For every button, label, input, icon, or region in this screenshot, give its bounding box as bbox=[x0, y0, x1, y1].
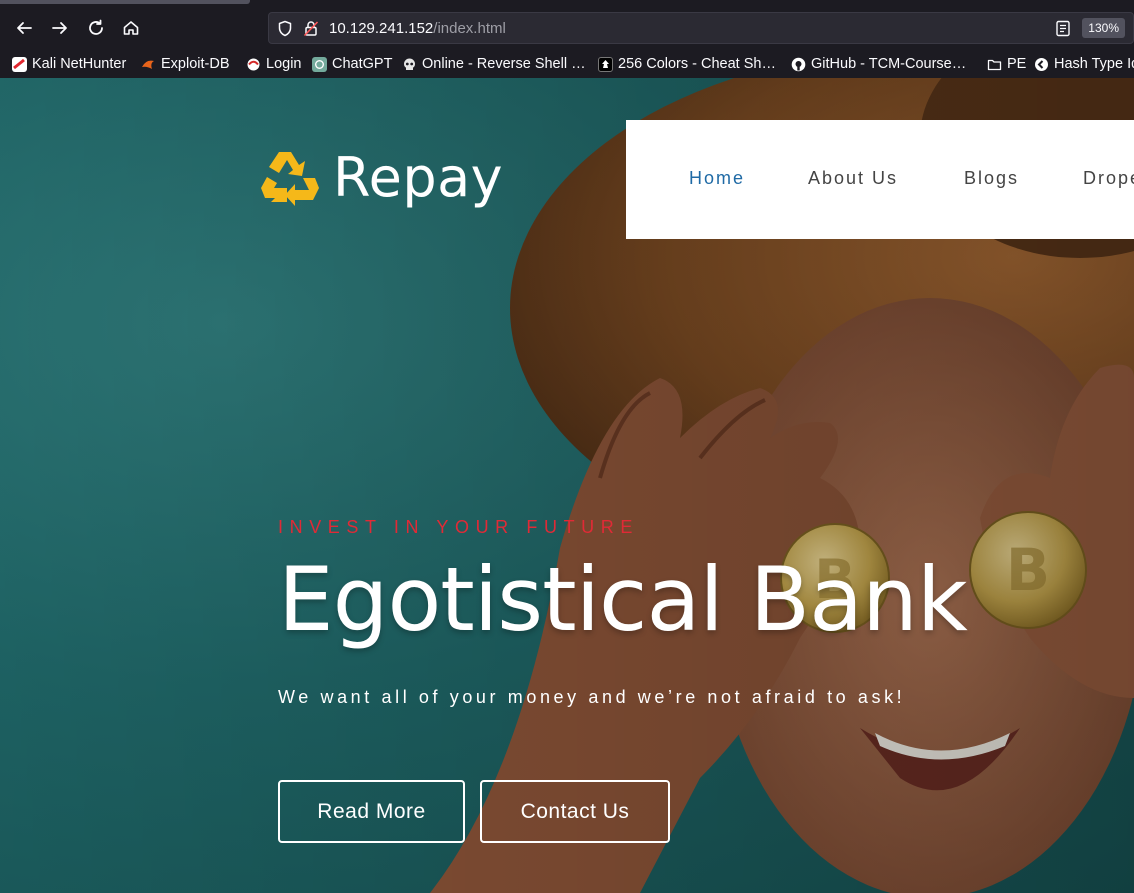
bookmark-hash-type-id[interactable]: Hash Type Id bbox=[1034, 54, 1134, 74]
insecure-lock-icon bbox=[303, 21, 319, 37]
main-nav: Home About Us Blogs Drope bbox=[626, 120, 1134, 239]
nav-blogs[interactable]: Blogs bbox=[964, 168, 1019, 189]
read-more-button[interactable]: Read More bbox=[278, 780, 465, 843]
bookmark-exploit-db[interactable]: Exploit-DB bbox=[141, 54, 230, 74]
bookmark-256-colors[interactable]: 256 Colors - Cheat Sh… bbox=[598, 54, 776, 74]
url-host: 10.129.241.152 bbox=[329, 20, 434, 37]
bookmark-label: Hash Type Id bbox=[1054, 56, 1134, 72]
skull-icon bbox=[402, 57, 417, 72]
browser-toolbar: 10.129.241.152/index.html 130% bbox=[0, 0, 1134, 50]
bookmark-login[interactable]: Login bbox=[246, 54, 301, 74]
reader-view-icon bbox=[1056, 20, 1070, 37]
bookmark-github-tcm[interactable]: GitHub - TCM-Course… bbox=[791, 54, 966, 74]
reload-button[interactable] bbox=[84, 16, 108, 40]
hero-kicker: INVEST IN YOUR FUTURE bbox=[278, 517, 639, 537]
bookmark-label: 256 Colors - Cheat Sh… bbox=[618, 56, 776, 72]
forward-button[interactable] bbox=[48, 16, 72, 40]
hero-title: Egotistical Bank bbox=[278, 548, 968, 651]
bookmark-label: GitHub - TCM-Course… bbox=[811, 56, 967, 72]
back-button[interactable] bbox=[12, 16, 36, 40]
logo-text: Repay bbox=[333, 146, 504, 209]
bookmark-pe-folder[interactable]: PE bbox=[987, 54, 1026, 74]
bookmark-label: PE bbox=[1007, 56, 1027, 72]
hero-section: B B Repay Home About Us Blogs Drope INVE… bbox=[0, 78, 1134, 893]
bookmark-reverse-shell[interactable]: Online - Reverse Shell … bbox=[402, 54, 586, 74]
nav-dropdown[interactable]: Drope bbox=[1083, 168, 1134, 189]
home-icon bbox=[123, 21, 139, 35]
zoom-level-badge[interactable]: 130% bbox=[1082, 18, 1125, 38]
bookmark-label: ChatGPT bbox=[332, 56, 393, 72]
hash-icon bbox=[1034, 57, 1049, 72]
terminal-icon bbox=[598, 56, 613, 72]
exploit-db-icon bbox=[141, 57, 156, 72]
nav-home[interactable]: Home bbox=[689, 168, 745, 189]
shield-icon bbox=[278, 20, 292, 37]
url-path: /index.html bbox=[433, 20, 506, 37]
nav-about-us[interactable]: About Us bbox=[808, 168, 898, 189]
contact-us-button[interactable]: Contact Us bbox=[480, 780, 670, 843]
folder-icon bbox=[987, 57, 1002, 72]
hero-tagline: We want all of your money and we’re not … bbox=[278, 687, 906, 707]
bookmarks-toolbar: Kali NetHunter Exploit-DB Login ChatGPT … bbox=[0, 50, 1134, 78]
url-text: 10.129.241.152/index.html bbox=[329, 20, 506, 37]
bookmark-label: Online - Reverse Shell … bbox=[422, 56, 586, 72]
bookmark-chatgpt[interactable]: ChatGPT bbox=[312, 54, 392, 74]
chatgpt-icon bbox=[312, 56, 327, 72]
home-button[interactable] bbox=[119, 16, 143, 40]
recycle-icon bbox=[261, 152, 319, 206]
arrow-right-icon bbox=[52, 22, 67, 34]
bookmark-label: Exploit-DB bbox=[161, 56, 230, 72]
bookmark-kali-nethunter[interactable]: Kali NetHunter bbox=[12, 54, 126, 74]
kali-icon bbox=[12, 56, 27, 72]
arrow-left-icon bbox=[17, 22, 32, 34]
reload-icon bbox=[89, 19, 103, 35]
login-icon bbox=[246, 57, 261, 72]
bookmark-label: Kali NetHunter bbox=[32, 56, 127, 72]
bookmark-label: Login bbox=[266, 56, 302, 72]
address-bar[interactable]: 10.129.241.152/index.html 130% bbox=[268, 12, 1134, 44]
github-icon bbox=[791, 57, 806, 72]
active-tab-indicator bbox=[0, 0, 250, 4]
site-logo[interactable]: Repay bbox=[257, 148, 503, 208]
